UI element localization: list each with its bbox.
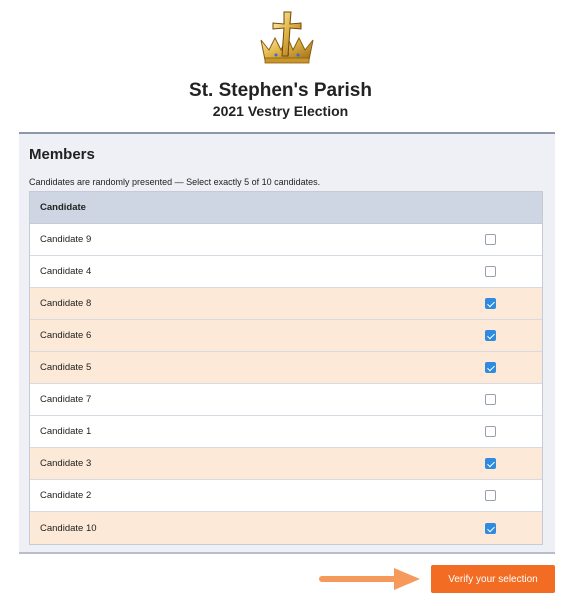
candidate-name: Candidate 10	[40, 522, 97, 534]
candidate-checkbox[interactable]	[485, 522, 496, 534]
right-arrow-icon	[318, 565, 424, 593]
candidate-row[interactable]: Candidate 8	[30, 288, 542, 320]
candidate-row[interactable]: Candidate 4	[30, 256, 542, 288]
candidate-row[interactable]: Candidate 7	[30, 384, 542, 416]
candidate-name: Candidate 4	[40, 266, 92, 277]
candidate-name: Candidate 8	[40, 298, 92, 309]
candidate-table: Candidate Candidate 9 Candidate 4 Candidat…	[29, 191, 543, 545]
parish-title: St. Stephen's Parish	[189, 80, 372, 101]
candidate-row[interactable]: Candidate 2	[30, 480, 542, 512]
candidate-row[interactable]: Candidate 9	[30, 224, 542, 256]
candidate-checkbox[interactable]	[485, 330, 496, 341]
candidate-name: Candidate 6	[40, 330, 92, 341]
candidate-row[interactable]: Candidate 5	[30, 352, 542, 384]
candidate-name: Candidate 2	[40, 490, 92, 501]
candidate-row[interactable]: Candidate 1	[30, 416, 542, 448]
candidate-checkbox[interactable]	[485, 362, 496, 373]
members-panel: Members Candidates are randomly presente…	[19, 132, 555, 554]
candidate-row[interactable]: Candidate 6	[30, 320, 542, 352]
candidate-checkbox[interactable]	[485, 298, 496, 309]
candidate-row[interactable]: Candidate 3	[30, 448, 542, 480]
election-title: 2021 Vestry Election	[212, 103, 349, 119]
candidate-name: Candidate 3	[40, 458, 92, 469]
cross-crown-logo-icon	[255, 10, 319, 70]
candidate-checkbox[interactable]	[485, 458, 496, 469]
members-heading: Members	[29, 146, 95, 163]
candidate-checkbox[interactable]	[485, 234, 496, 245]
candidate-rows: Candidate 9 Candidate 4 Candidate 8 Candida…	[30, 224, 542, 544]
candidate-checkbox[interactable]	[485, 490, 496, 501]
candidate-checkbox[interactable]	[485, 426, 496, 437]
candidate-name: Candidate 5	[40, 362, 92, 373]
candidate-name: Candidate 9	[40, 234, 92, 245]
selection-instructions: Candidates are randomly presented — Sele…	[29, 177, 321, 187]
candidate-name: Candidate 1	[40, 426, 92, 437]
verify-selection-button[interactable]: Verify your selection	[431, 565, 555, 593]
candidate-row[interactable]: Candidate 10	[30, 512, 542, 544]
candidate-checkbox[interactable]	[485, 266, 496, 277]
candidate-name: Candidate 7	[40, 394, 92, 405]
candidate-checkbox[interactable]	[485, 394, 496, 405]
candidate-column-header: Candidate	[30, 192, 542, 224]
